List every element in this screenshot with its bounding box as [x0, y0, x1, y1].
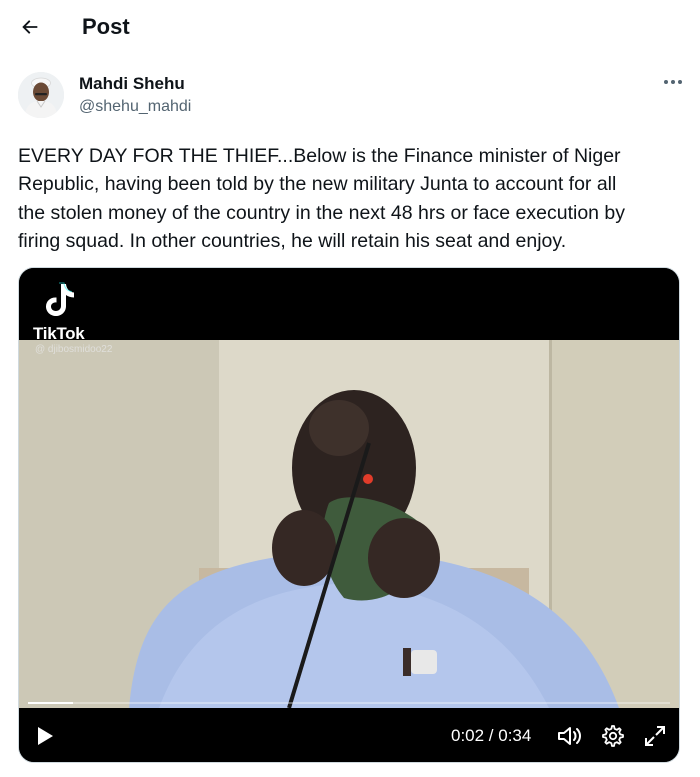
author-handle[interactable]: @shehu_mahdi: [79, 97, 191, 117]
arrow-left-icon: [22, 20, 38, 34]
volume-icon: [558, 727, 581, 745]
tweet-text: EVERY DAY FOR THE THIEF...Below is the F…: [18, 142, 682, 255]
page-title: Post: [82, 14, 130, 39]
volume-button[interactable]: [556, 723, 582, 749]
avatar[interactable]: [18, 72, 64, 118]
tiktok-watermark: TikTok @ djibosmidoo22: [27, 274, 137, 355]
tiktok-wordmark: TikTok: [33, 324, 85, 343]
settings-gear-icon: [602, 725, 624, 747]
video-progress-fill: [28, 702, 73, 704]
play-button[interactable]: [33, 724, 57, 748]
top-bar: Post: [0, 0, 700, 54]
author-name[interactable]: Mahdi Shehu: [79, 74, 185, 94]
author-row: Mahdi Shehu @shehu_mahdi: [18, 68, 688, 122]
more-horizontal-icon: [664, 80, 682, 84]
tiktok-logo-icon: [46, 282, 74, 316]
video-progress-bar[interactable]: [28, 702, 670, 704]
time-readout: 0:02 / 0:34: [451, 726, 532, 745]
video-controls: 0:02 / 0:34: [19, 708, 679, 762]
video-player[interactable]: TikTok @ djibosmidoo22 0:02 / 0:34: [18, 267, 680, 763]
tiktok-username: @ djibosmidoo22: [35, 344, 113, 355]
play-icon: [38, 727, 53, 745]
tweet-text-line: Republic, having been told by the new mi…: [18, 173, 617, 196]
fullscreen-icon: [645, 726, 665, 746]
tweet-text-line: firing squad. In other countries, he wil…: [18, 229, 567, 252]
tweet-text-line: EVERY DAY FOR THE THIEF...Below is the F…: [18, 145, 621, 167]
fullscreen-button[interactable]: [642, 723, 668, 749]
tweet-text-line: the stolen money of the country in the n…: [18, 201, 626, 224]
settings-button[interactable]: [600, 723, 626, 749]
back-button[interactable]: [12, 9, 48, 45]
more-options-button[interactable]: [658, 70, 688, 94]
avatar-portrait: [18, 72, 64, 118]
